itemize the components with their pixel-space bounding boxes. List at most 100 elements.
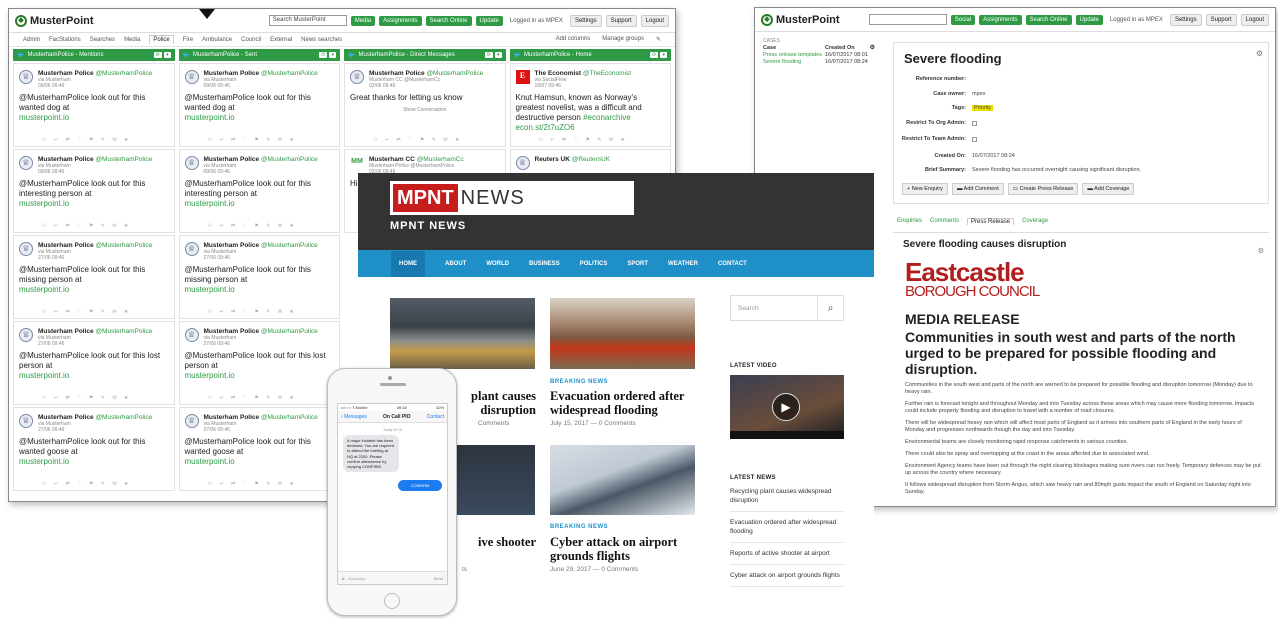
latest-news-item[interactable]: Reports of active shooter at airport (730, 543, 844, 565)
news-search-input[interactable]: Search (731, 296, 817, 320)
support-button[interactable]: Support (605, 14, 637, 27)
article-title-4[interactable]: Cyber attack on airport grounds flights (550, 535, 695, 563)
author-name[interactable]: Musterham Police (204, 414, 260, 421)
refresh-icon[interactable]: ⟳ (319, 52, 328, 58)
column-menu-icon[interactable]: ▾ (329, 52, 336, 58)
latest-news-item[interactable]: Cyber attack on airport grounds flights (730, 565, 844, 587)
column-header[interactable]: 🐦 MusterhamPolice - Home ⟳ ▾ (509, 49, 671, 61)
tab-press-release[interactable]: Press Release (967, 218, 1015, 225)
latest-news-item[interactable]: Evacuation ordered after widespread floo… (730, 512, 844, 543)
author-handle[interactable]: @MusterhamPolice (426, 70, 483, 77)
tweet-actions[interactable]: ⚇ ↩ ⇄ ♡ ⚑ ✎ ✉ ★ (42, 223, 131, 229)
tab-searches[interactable]: Searches (90, 37, 115, 43)
author-handle[interactable]: @MusterhamCc (417, 156, 464, 163)
tweet-actions[interactable]: ⚇ ↩ ⇄ ♡ ⚑ ✎ ✉ ★ (539, 137, 628, 143)
media-button[interactable]: Media (350, 15, 376, 26)
support-button[interactable]: Support (1205, 13, 1237, 26)
latest-news-item[interactable]: Recycling plant causes widespread disrup… (730, 481, 844, 512)
update-button[interactable]: Update (475, 15, 503, 26)
assignments-button[interactable]: Assignments (379, 15, 422, 26)
nav-home[interactable]: HOME (391, 250, 425, 277)
tweet-link[interactable]: musterpoint.io (185, 371, 235, 380)
author-name[interactable]: Reuters UK (535, 156, 570, 163)
tab-police[interactable]: Police (149, 35, 174, 44)
nav-world[interactable]: WORLD (486, 261, 509, 267)
column-menu-icon[interactable]: ▾ (163, 52, 171, 58)
news-logo[interactable]: MPNT NEWS (390, 181, 634, 215)
search-input[interactable] (868, 14, 947, 25)
article-image-cyber[interactable] (550, 445, 695, 515)
avatar[interactable]: ♕ (350, 70, 364, 84)
avatar[interactable]: MM (350, 156, 364, 170)
breaking-news-label[interactable]: BREAKING NEWS (550, 379, 608, 385)
add-coverage-button[interactable]: ▬ Add Coverage (1082, 183, 1135, 195)
assignments-button[interactable]: Assignments (979, 14, 1022, 25)
update-button[interactable]: Update (1075, 14, 1103, 25)
video-controls[interactable] (730, 431, 844, 439)
tweet-card[interactable]: ♕ Musterham Police @MusterhamPolice via … (178, 235, 340, 319)
avatar[interactable]: ♕ (515, 156, 530, 170)
tweet-card[interactable]: ♕ Musterham Police @MusterhamPolice via … (13, 321, 175, 405)
article-title-2[interactable]: Evacuation ordered after widespread floo… (550, 389, 695, 417)
nav-about[interactable]: ABOUT (445, 261, 466, 267)
avatar[interactable]: ♕ (184, 156, 199, 170)
article-image-recycling[interactable] (390, 298, 535, 369)
send-button[interactable]: Send (434, 576, 443, 581)
author-handle[interactable]: @MusterhamPolice (95, 242, 152, 249)
logout-button[interactable]: Logout (1240, 13, 1269, 26)
gear-icon[interactable]: ⚙ (870, 45, 875, 52)
tweet-actions[interactable]: ⚇ ↩ ⇄ ♡ ⚑ ✎ ✉ ★ (208, 395, 297, 401)
tab-news-searches[interactable]: News searches (301, 37, 342, 43)
tweet-link[interactable]: musterpoint.io (19, 113, 69, 122)
author-handle[interactable]: @MusterhamPolice (261, 156, 318, 163)
nav-contact[interactable]: CONTACT (718, 261, 747, 267)
tweet-actions[interactable]: ⚇ ↩ ⇄ ♡ ⚑ ✎ ✉ ★ (42, 309, 131, 315)
tweet-card[interactable]: ♕ Musterham Police @MusterhamPolice Must… (344, 63, 506, 147)
author-name[interactable]: Musterham Police (38, 328, 94, 335)
avatar[interactable]: ♕ (184, 242, 199, 256)
news-search[interactable]: Search ⌕ (730, 295, 844, 321)
edit-icon[interactable]: ✎ (656, 36, 661, 43)
author-handle[interactable]: @MusterhamPolice (95, 156, 152, 163)
author-name[interactable]: Musterham Police (204, 70, 260, 77)
tweet-link[interactable]: musterpoint.io (19, 285, 69, 294)
search-input[interactable]: Search MusterPoint (268, 15, 347, 26)
column-header[interactable]: 🐦 MusterhamPolice - Sent ⟳ ▾ (178, 49, 340, 61)
tab-coverage[interactable]: Coverage (1022, 218, 1048, 225)
manage-groups-link[interactable]: Manage groups (602, 36, 644, 43)
musterpoint-logo[interactable]: ◆ MusterPoint (15, 14, 94, 27)
restrict-checkbox[interactable] (972, 120, 977, 126)
avatar[interactable]: ♕ (19, 156, 33, 170)
settings-button[interactable]: Settings (569, 14, 602, 27)
tweet-actions[interactable]: ⚇ ↩ ⇄ ♡ ⚑ ✎ ✉ ★ (208, 309, 297, 315)
refresh-icon[interactable]: ⟳ (484, 52, 493, 58)
settings-button[interactable]: Settings (1169, 13, 1202, 26)
case-row[interactable]: Severe flooding 16/07/2017 08:24 (763, 59, 875, 66)
camera-icon[interactable]: ◙ (342, 576, 344, 581)
search-online-button[interactable]: Search Online (1025, 14, 1072, 25)
hashtag[interactable]: #econarchive (583, 113, 631, 122)
tweet-card[interactable]: ♕ Musterham Police @MusterhamPolice via … (178, 321, 340, 405)
tab-fire[interactable]: Fire (183, 37, 193, 43)
article-title-3[interactable]: ive shooter (456, 535, 536, 549)
tab-council[interactable]: Council (241, 37, 261, 43)
author-handle[interactable]: @MusterhamPolice (261, 70, 318, 77)
back-button[interactable]: ‹ Messages (341, 414, 367, 420)
author-name[interactable]: Musterham Police (204, 328, 260, 335)
tweet-card[interactable]: E The Economist @TheEconomist via Social… (509, 63, 671, 147)
tab-facstations[interactable]: FacStations (49, 37, 81, 43)
show-conversation-link[interactable]: Show Conversation (350, 107, 500, 113)
author-handle[interactable]: @TheEconomist (583, 70, 631, 77)
tweet-card[interactable]: ♕ Musterham Police @MusterhamPolice via … (13, 235, 175, 319)
author-handle[interactable]: @MusterhamPolice (95, 414, 152, 421)
search-online-button[interactable]: Search Online (425, 15, 472, 26)
tweet-link[interactable]: musterpoint.io (185, 113, 235, 122)
tab-media[interactable]: Media (124, 37, 140, 43)
column-header[interactable]: 🐦 MusterhamPolice - Direct Messages ⟳ ▾ (344, 49, 506, 61)
author-name[interactable]: Musterham Police (38, 242, 94, 249)
play-icon[interactable]: ▶ (772, 393, 800, 421)
tweet-link[interactable]: econ.st/2t7uZO6 (516, 123, 575, 132)
refresh-icon[interactable]: ⟳ (153, 52, 162, 58)
tweet-card[interactable]: ♕ Musterham Police @MusterhamPolice via … (178, 63, 340, 147)
logout-button[interactable]: Logout (640, 14, 669, 27)
